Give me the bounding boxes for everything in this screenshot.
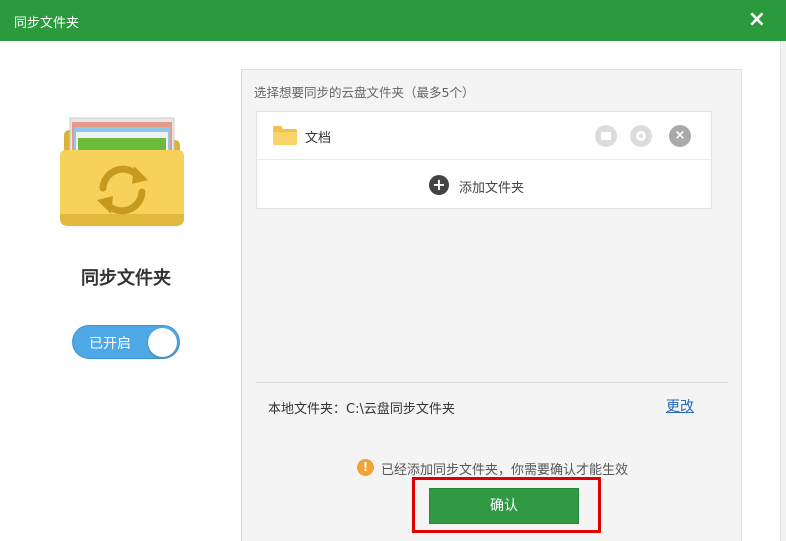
open-folder-icon[interactable] bbox=[595, 125, 617, 147]
close-icon[interactable]: × bbox=[669, 125, 691, 147]
confirm-button[interactable]: 确认 bbox=[429, 488, 579, 524]
toggle-label: 已开启 bbox=[89, 336, 131, 352]
close-window-button[interactable]: × bbox=[748, 7, 766, 33]
title-bar: 同步文件夹 × bbox=[0, 0, 786, 41]
list-item[interactable]: 文档 × bbox=[257, 112, 711, 160]
change-folder-link[interactable]: 更改 bbox=[666, 396, 694, 416]
info-icon: ! bbox=[357, 459, 374, 476]
plus-circle-icon: + bbox=[429, 175, 449, 195]
local-folder-path: 本地文件夹：C:\云盘同步文件夹 bbox=[268, 402, 455, 417]
panel-hint: 选择想要同步的云盘文件夹（最多5个） bbox=[254, 85, 475, 100]
add-folder-label: 添加文件夹 bbox=[459, 181, 525, 196]
window-title: 同步文件夹 bbox=[14, 16, 80, 31]
sync-folder-panel: 选择想要同步的云盘文件夹（最多5个） 文档 × + 添加文件夹 本地文件夹：C:… bbox=[241, 69, 742, 541]
sync-toggle[interactable]: 已开启 bbox=[72, 325, 180, 359]
folder-icon bbox=[273, 126, 297, 145]
gear-icon[interactable] bbox=[630, 125, 652, 147]
feature-title: 同步文件夹 bbox=[81, 268, 171, 289]
folder-name: 文档 bbox=[305, 131, 332, 146]
notice-text: 已经添加同步文件夹，你需要确认才能生效 bbox=[381, 463, 629, 478]
add-folder-button[interactable]: + 添加文件夹 bbox=[257, 161, 711, 209]
window-edge bbox=[780, 41, 786, 541]
toggle-knob bbox=[148, 328, 177, 357]
folder-list: 文档 × + 添加文件夹 bbox=[256, 111, 712, 209]
divider bbox=[256, 382, 728, 383]
sync-folder-icon bbox=[60, 117, 184, 226]
